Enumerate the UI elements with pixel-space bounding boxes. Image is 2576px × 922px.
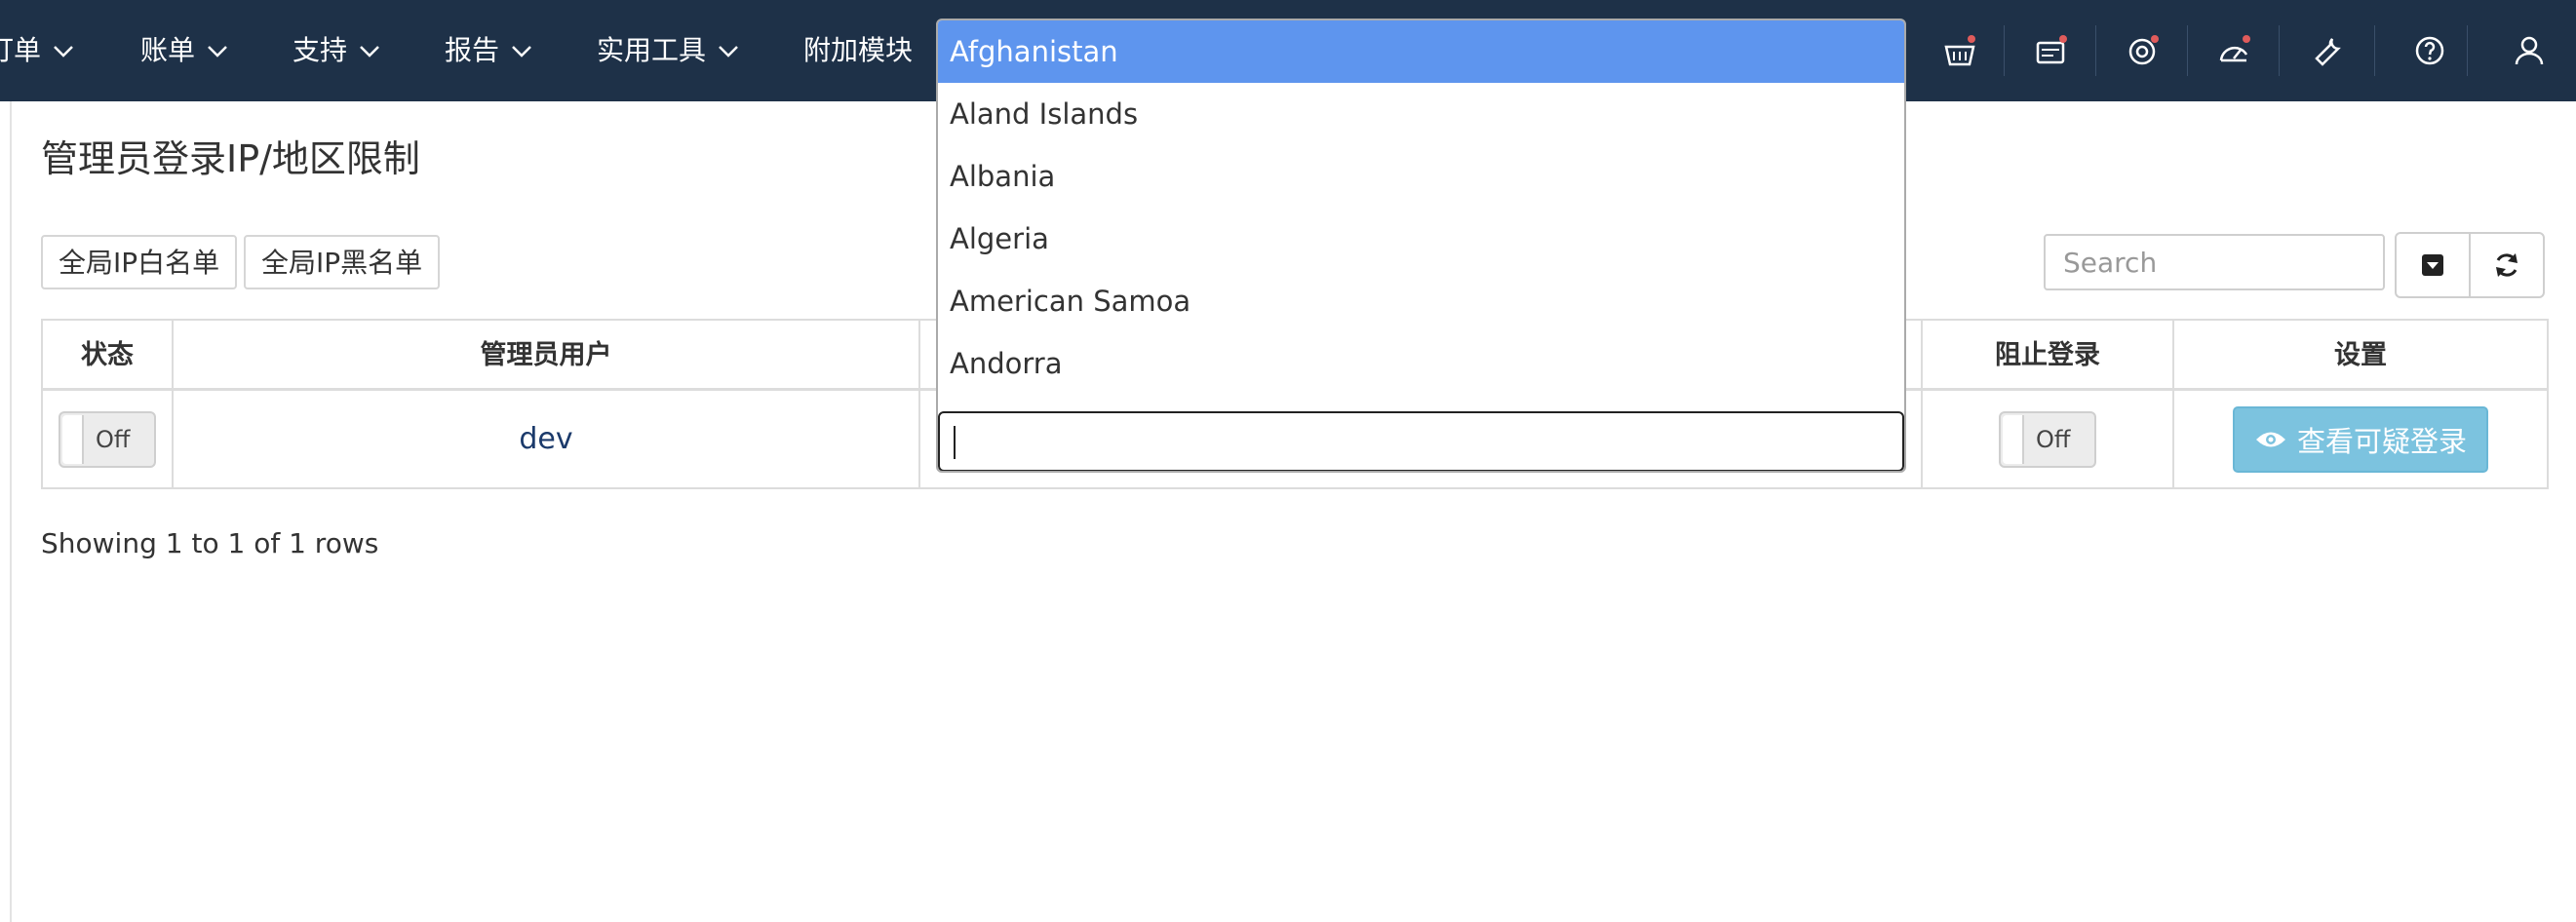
nav-billing-menu[interactable]: 账单	[140, 0, 228, 101]
column-header-settings[interactable]: 设置	[2174, 321, 2547, 391]
column-header-admin-user[interactable]: 管理员用户	[174, 321, 920, 391]
nav-divider	[2374, 25, 2375, 76]
status-toggle-label: Off	[96, 425, 131, 453]
nav-addons-label: 附加模块	[803, 34, 914, 66]
global-ip-whitelist-button[interactable]: 全局IP白名单	[41, 235, 238, 289]
page-title: 管理员登录IP/地区限制	[41, 137, 420, 180]
dropdown-square-icon	[2422, 254, 2443, 276]
nav-support-menu[interactable]: 支持	[293, 0, 380, 101]
basket-icon[interactable]	[1942, 33, 1977, 68]
nav-orders-label: 订单	[0, 34, 42, 66]
block-login-toggle[interactable]: Off	[1999, 410, 2096, 468]
chevron-down-icon	[512, 46, 531, 58]
status-toggle[interactable]: Off	[59, 410, 156, 468]
country-select-dropdown: Afghanistan Aland Islands Albania Algeri…	[936, 19, 1906, 473]
table-cell-block: Off	[1923, 391, 2174, 487]
nav-utilities-menu[interactable]: 实用工具	[597, 0, 739, 101]
view-suspicious-logins-button[interactable]: 查看可疑登录	[2233, 405, 2488, 473]
nav-divider	[2187, 25, 2188, 76]
left-border	[10, 101, 12, 922]
chevron-down-icon	[208, 46, 227, 58]
support-icon[interactable]	[2126, 33, 2161, 68]
nav-divider	[2004, 25, 2005, 76]
table-cell-user: dev	[174, 391, 920, 487]
nav-addons-menu[interactable]: 附加模块	[803, 0, 913, 101]
toggle-knob	[2003, 414, 2024, 464]
refresh-button[interactable]	[2469, 232, 2545, 298]
nav-divider	[2095, 25, 2096, 76]
nav-billing-label: 账单	[140, 34, 196, 66]
dropdown-search-field[interactable]	[938, 411, 1904, 471]
chevron-down-icon	[54, 46, 73, 58]
dropdown-option[interactable]: Albania	[938, 145, 1904, 208]
table-cell-status: Off	[43, 391, 174, 487]
user-icon[interactable]	[2512, 33, 2547, 68]
search-input[interactable]	[2044, 234, 2385, 290]
toggle-knob	[62, 414, 84, 464]
nav-orders-menu[interactable]: 订单	[0, 0, 74, 101]
nav-divider	[2467, 25, 2468, 76]
nav-divider	[2279, 25, 2280, 76]
dropdown-option[interactable]: Afghanistan	[938, 20, 1904, 83]
chevron-down-icon	[719, 46, 738, 58]
nav-reports-menu[interactable]: 报告	[445, 0, 532, 101]
pagination-info: Showing 1 to 1 of 1 rows	[41, 527, 379, 559]
view-suspicious-logins-label: 查看可疑登录	[2296, 424, 2467, 458]
chevron-down-icon	[360, 46, 379, 58]
column-header-block-login[interactable]: 阻止登录	[1923, 321, 2174, 391]
wrench-icon[interactable]	[2311, 33, 2346, 68]
text-caret	[954, 426, 956, 459]
speedometer-icon[interactable]	[2217, 33, 2252, 68]
eye-icon	[2255, 432, 2285, 446]
help-icon[interactable]	[2412, 33, 2447, 68]
nav-reports-label: 报告	[445, 34, 500, 66]
toggle-columns-button[interactable]	[2395, 232, 2471, 298]
dropdown-option[interactable]: Andorra	[938, 332, 1904, 395]
refresh-icon	[2496, 253, 2517, 277]
nav-support-label: 支持	[293, 34, 348, 66]
dropdown-option[interactable]: Algeria	[938, 208, 1904, 270]
global-ip-blacklist-button[interactable]: 全局IP黑名单	[244, 235, 441, 289]
table-cell-settings: 查看可疑登录	[2174, 391, 2547, 487]
billing-icon[interactable]	[2034, 33, 2069, 68]
dropdown-option[interactable]: Aland Islands	[938, 83, 1904, 145]
dropdown-option[interactable]: American Samoa	[938, 270, 1904, 332]
block-toggle-label: Off	[2036, 425, 2071, 453]
column-header-status[interactable]: 状态	[43, 321, 174, 391]
nav-utilities-label: 实用工具	[597, 34, 707, 66]
